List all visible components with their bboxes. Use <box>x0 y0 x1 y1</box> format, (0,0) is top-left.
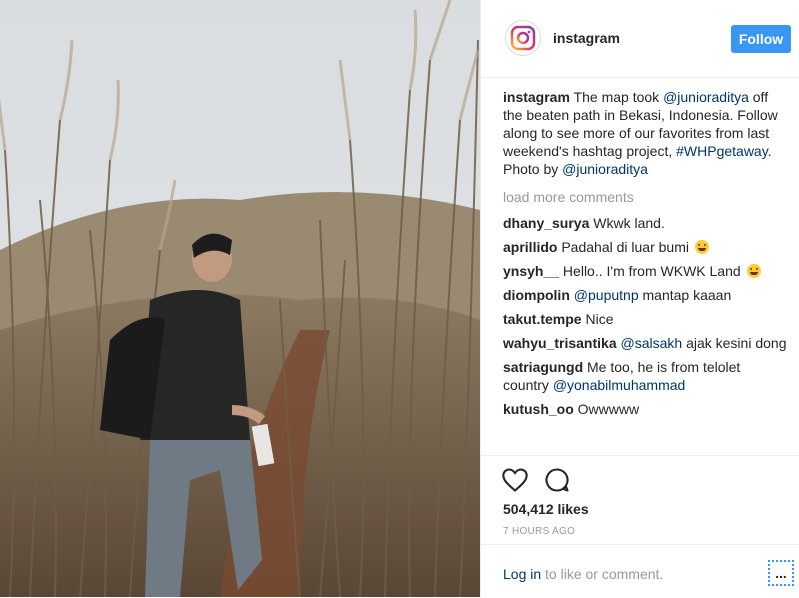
comment-username[interactable]: kutush_oo <box>503 401 574 417</box>
comment-username[interactable]: takut.tempe <box>503 311 582 327</box>
laughing-emoji-icon <box>694 240 709 254</box>
likes-count[interactable]: 504,412 likes <box>503 501 589 517</box>
caption-text: The map took <box>569 89 664 105</box>
login-link[interactable]: Log in <box>503 566 541 582</box>
caption-text: . <box>767 143 772 159</box>
post-photo[interactable] <box>0 0 480 597</box>
comment-item: dhany_surya Wkwk land. <box>503 214 788 232</box>
heart-icon <box>502 468 528 492</box>
comment-text: mantap kaaan <box>638 287 732 303</box>
caption-photo-by: Photo by <box>503 161 563 177</box>
login-text: to like or comment. <box>541 566 664 582</box>
post-header: instagram Follow <box>481 0 799 78</box>
avatar[interactable] <box>505 20 541 56</box>
instagram-logo-icon <box>510 25 536 51</box>
comment-mention[interactable]: @yonabilmuhammad <box>553 377 686 393</box>
comment-username[interactable]: diompolin <box>503 287 570 303</box>
photo-grass-field <box>0 0 480 597</box>
more-options-button[interactable]: ... <box>768 560 794 586</box>
caption-photo-credit[interactable]: @junioraditya <box>562 161 648 177</box>
comment-username[interactable]: wahyu_trisantika <box>503 335 617 351</box>
follow-button[interactable]: Follow <box>731 25 791 53</box>
caption-username[interactable]: instagram <box>503 89 570 105</box>
like-button[interactable] <box>501 466 529 494</box>
comment-username[interactable]: aprillido <box>503 239 557 255</box>
comment-item: ynsyh__ Hello.. I'm from WKWK Land <box>503 262 788 280</box>
caption-mention[interactable]: @junioraditya <box>663 89 749 105</box>
laughing-emoji-icon <box>746 264 761 278</box>
comment-icon <box>545 468 569 492</box>
comment-button[interactable] <box>543 466 571 494</box>
login-bar: Log in to like or comment. ... <box>481 544 799 598</box>
comment-item: satriagungd Me too, he is from telolet c… <box>503 358 788 394</box>
header-username[interactable]: instagram <box>553 30 620 46</box>
comment-username[interactable]: ynsyh__ <box>503 263 559 279</box>
ellipsis-icon: ... <box>775 565 787 581</box>
comment-item: wahyu_trisantika @salsakh ajak kesini do… <box>503 334 788 352</box>
login-prompt: Log in to like or comment. <box>503 566 663 582</box>
comment-text: Owwwww <box>573 401 640 417</box>
comment-item: aprillido Padahal di luar bumi <box>503 238 788 256</box>
post-sidebar: instagram Follow instagram The map took … <box>480 0 799 597</box>
post-actions: 504,412 likes 7 HOURS AGO Log in to like… <box>481 455 799 597</box>
comment-username[interactable]: satriagungd <box>503 359 583 375</box>
caption-hashtag[interactable]: #WHPgetaway <box>676 143 768 159</box>
post-caption: instagram The map took @junioraditya off… <box>503 88 788 178</box>
load-more-comments[interactable]: load more comments <box>503 188 788 206</box>
comment-username[interactable]: dhany_surya <box>503 215 589 231</box>
comment-text: Wkwk land. <box>589 215 665 231</box>
comment-text: Nice <box>581 311 614 327</box>
comments-list: instagram The map took @junioraditya off… <box>503 88 788 424</box>
comment-item: kutush_oo Owwwww <box>503 400 788 418</box>
comment-text: ajak kesini dong <box>682 335 787 351</box>
comment-item: diompolin @puputnp mantap kaaan <box>503 286 788 304</box>
post-timestamp: 7 HOURS AGO <box>503 526 576 537</box>
comment-text: Hello.. I'm from WKWK Land <box>559 263 745 279</box>
comment-mention[interactable]: @salsakh <box>621 335 683 351</box>
comment-text: Padahal di luar bumi <box>557 239 693 255</box>
comment-mention[interactable]: @puputnp <box>574 287 639 303</box>
comment-item: takut.tempe Nice <box>503 310 788 328</box>
